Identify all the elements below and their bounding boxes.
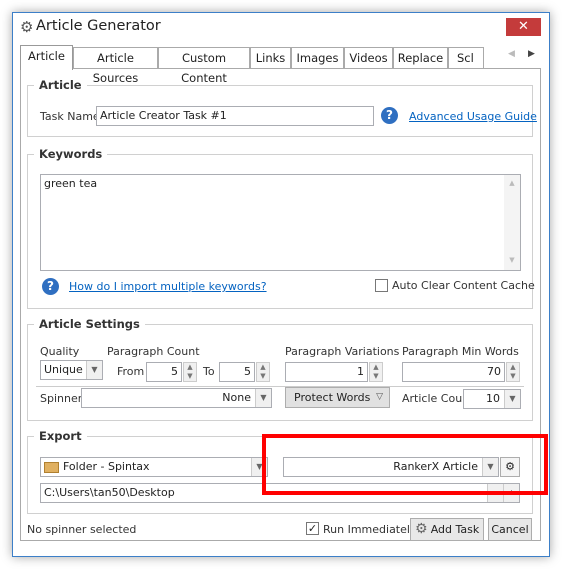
spinner-select[interactable]: None ▼ xyxy=(81,388,272,408)
dropdown-arrow-icon: ▽ xyxy=(376,392,383,402)
task-name-label: Task Name xyxy=(40,110,100,123)
divider xyxy=(36,386,524,387)
export-format-value: Folder - Spintax xyxy=(63,460,150,473)
export-path-value: C:\Users\tan50\Desktop xyxy=(44,486,175,499)
add-task-button[interactable]: ⚙ Add Task xyxy=(410,518,484,541)
advanced-usage-guide-link[interactable]: Advanced Usage Guide xyxy=(409,110,537,123)
tab-scroll-right-icon[interactable]: ▶ xyxy=(528,49,535,59)
to-label: To xyxy=(203,365,215,378)
cancel-button[interactable]: Cancel xyxy=(488,518,532,541)
export-format-select[interactable]: Folder - Spintax ▼ xyxy=(40,457,268,477)
window-title: Article Generator xyxy=(36,18,161,34)
folder-icon xyxy=(44,462,59,473)
to-stepper[interactable]: ▲ ▼ xyxy=(256,362,270,382)
auto-clear-checkbox[interactable] xyxy=(375,279,388,292)
chevron-down-icon: ▼ xyxy=(504,390,520,408)
import-keywords-link[interactable]: How do I import multiple keywords? xyxy=(69,280,267,293)
chevron-down-icon: ▼ xyxy=(255,389,271,407)
task-name-input[interactable]: Article Creator Task #1 xyxy=(96,106,374,126)
paragraph-variations-label: Paragraph Variations xyxy=(285,345,400,358)
status-text: No spinner selected xyxy=(27,523,137,536)
quality-label: Quality xyxy=(40,345,80,358)
keywords-text: green tea xyxy=(44,177,98,190)
run-immediately-label: Run Immediately xyxy=(323,523,417,536)
article-count-value: 10 xyxy=(486,392,500,405)
keywords-group-title: Keywords xyxy=(34,147,108,161)
spinner-label: Spinner xyxy=(40,392,83,405)
protect-words-label: Protect Words xyxy=(294,391,371,404)
tab-custom-content[interactable]: Custom Content xyxy=(158,47,250,85)
from-input[interactable]: 5 xyxy=(146,362,182,382)
tab-article[interactable]: Article xyxy=(20,45,73,70)
keywords-scrollbar[interactable]: ▲ ▼ xyxy=(504,175,520,270)
run-immediately-checkbox[interactable]: ✓ xyxy=(306,522,319,535)
tab-scroll-left-icon[interactable]: ◀ xyxy=(508,49,515,59)
quality-value: Unique xyxy=(44,363,83,376)
paragraph-min-words-label: Paragraph Min Words xyxy=(402,345,519,358)
protect-words-button[interactable]: Protect Words ▽ xyxy=(285,387,390,408)
help-icon[interactable]: ? xyxy=(381,107,398,124)
min-words-input[interactable]: 70 xyxy=(402,362,505,382)
help-icon[interactable]: ? xyxy=(42,278,59,295)
article-group-title: Article xyxy=(34,78,87,92)
keywords-textarea[interactable]: green tea ▲ ▼ xyxy=(40,174,521,271)
tab-article-sources[interactable]: Article Sources xyxy=(73,47,158,85)
close-button[interactable]: ✕ xyxy=(506,18,541,36)
auto-clear-label: Auto Clear Content Cache xyxy=(392,279,535,292)
variations-stepper[interactable]: ▲ ▼ xyxy=(369,362,383,382)
paragraph-count-label: Paragraph Count xyxy=(107,345,200,358)
chevron-down-icon: ▼ xyxy=(86,361,102,379)
highlight-box xyxy=(262,434,548,495)
from-stepper[interactable]: ▲ ▼ xyxy=(183,362,197,382)
quality-select[interactable]: Unique ▼ xyxy=(40,360,103,380)
tab-links[interactable]: Links xyxy=(250,47,291,69)
tab-images[interactable]: Images xyxy=(291,47,344,69)
to-input[interactable]: 5 xyxy=(219,362,255,382)
export-group-title: Export xyxy=(34,429,87,443)
tab-replace[interactable]: Replace xyxy=(393,47,448,69)
add-task-label: Add Task xyxy=(430,523,480,536)
close-icon: ✕ xyxy=(518,19,529,34)
from-label: From xyxy=(117,365,145,378)
article-settings-title: Article Settings xyxy=(34,317,145,331)
tab-bar: Article Article Sources Custom Content L… xyxy=(20,45,541,85)
variations-input[interactable]: 1 xyxy=(285,362,368,382)
tab-videos[interactable]: Videos xyxy=(344,47,393,69)
gear-icon: ⚙ xyxy=(20,18,34,36)
spinner-value: None xyxy=(222,391,251,404)
min-words-stepper[interactable]: ▲ ▼ xyxy=(506,362,520,382)
article-count-select[interactable]: 10 ▼ xyxy=(463,389,521,409)
tab-scheduler[interactable]: Scl xyxy=(448,47,484,69)
add-task-gear-icon: ⚙ xyxy=(415,521,428,537)
